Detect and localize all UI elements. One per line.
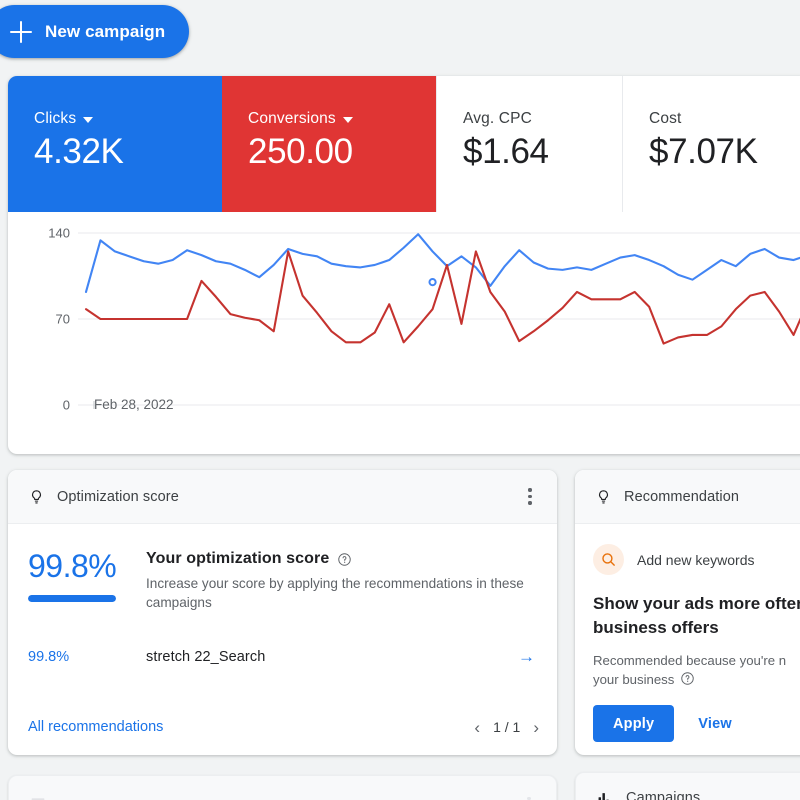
chart-crossover-marker	[428, 278, 437, 287]
optimization-score-heading-row: Your optimization score	[146, 550, 537, 568]
view-button[interactable]: View	[688, 716, 742, 732]
kebab-menu-icon[interactable]	[519, 486, 541, 508]
recommendation-card-title: Recommendation	[624, 488, 740, 505]
arrow-right-icon[interactable]: →	[518, 648, 535, 665]
optimization-score-gauge: 99.8%	[28, 550, 146, 612]
optimization-score-progress-track	[28, 595, 116, 602]
chevron-right-icon[interactable]: ›	[533, 719, 539, 736]
recommendation-reason-line2-row: your business	[593, 670, 800, 689]
line-chart-svg: 0 70 140 Feb 28, 2022	[48, 226, 800, 413]
recommendation-type-row: Add new keywords	[593, 544, 800, 575]
recommendation-type-label: Add new keywords	[637, 551, 755, 568]
chart-y-axis-labels: 0 70 140	[48, 226, 70, 413]
scorecard-clicks-label: Clicks	[34, 110, 77, 127]
recommendation-headline: Show your ads more often business offers	[593, 592, 800, 640]
optimization-campaign-percent: 99.8%	[28, 648, 70, 665]
help-circle-icon[interactable]	[337, 552, 352, 567]
optimization-score-heading: Your optimization score	[146, 550, 330, 567]
scorecard-cost-label: Cost	[649, 110, 682, 127]
scorecard-cost[interactable]: Cost $7.07K	[622, 76, 800, 212]
scorecard-conversions-value: 250.00	[248, 132, 353, 171]
recommendation-actions: Apply View	[593, 705, 800, 742]
page-indicator: 1 / 1	[493, 719, 521, 735]
list-icon	[31, 798, 45, 800]
optimization-score-progress-fill	[28, 595, 116, 602]
scorecard-conversions-label: Conversions	[248, 110, 336, 127]
bottom-left-partial-card	[8, 775, 557, 800]
optimization-score-text-block: Your optimization score Increase your sc…	[146, 550, 537, 612]
recommendation-card: Recommendation Add new keywords Show you…	[575, 470, 800, 755]
search-icon	[602, 553, 615, 566]
recommendation-headline-line2: business offers	[593, 618, 719, 637]
performance-overview-card: Clicks 4.32K Conversions 250.00 Avg. CPC…	[8, 76, 800, 454]
scorecard-conversions-label-row[interactable]: Conversions	[248, 110, 436, 128]
new-campaign-label: New campaign	[45, 21, 166, 41]
kebab-menu-icon[interactable]	[518, 794, 540, 800]
help-circle-icon[interactable]	[680, 671, 695, 686]
optimization-score-card-footer: All recommendations ‹ 1 / 1 ›	[8, 699, 557, 755]
optimization-score-description: Increase your score by applying the reco…	[146, 576, 524, 610]
all-recommendations-link[interactable]: All recommendations	[28, 719, 163, 735]
scorecard-cost-label-row: Cost	[649, 110, 800, 128]
chevron-down-icon[interactable]	[342, 117, 353, 123]
apply-button[interactable]: Apply	[593, 705, 675, 742]
optimization-score-summary-row: 99.8% Your optimization score Increase y…	[28, 550, 537, 612]
chevron-left-icon[interactable]: ‹	[474, 719, 480, 736]
scorecard-conversions[interactable]: Conversions 250.00	[222, 76, 436, 212]
scorecard-avg-cpc-label: Avg. CPC	[463, 110, 532, 127]
plus-icon	[10, 20, 32, 43]
bar-chart-icon	[598, 793, 609, 800]
scorecard-avg-cpc[interactable]: Avg. CPC $1.64	[436, 76, 622, 212]
optimization-card-pagination: ‹ 1 / 1 ›	[474, 719, 539, 736]
chart-line-clicks	[84, 233, 800, 294]
scorecard-avg-cpc-label-row: Avg. CPC	[463, 110, 622, 128]
optimization-score-card-title: Optimization score	[57, 488, 179, 505]
bottom-left-card-header	[9, 776, 556, 800]
optimization-score-percent: 99.8%	[28, 548, 117, 584]
scorecard-clicks-value: 4.32K	[34, 132, 124, 171]
scorecard-row: Clicks 4.32K Conversions 250.00 Avg. CPC…	[8, 76, 800, 212]
recommendation-reason-line2: your business	[593, 672, 675, 687]
recommendation-reason: Recommended because you're n your busine…	[593, 651, 800, 689]
new-campaign-button[interactable]: New campaign	[0, 5, 190, 58]
svg-text:140: 140	[48, 226, 70, 241]
scorecard-clicks-label-row[interactable]: Clicks	[34, 110, 222, 128]
optimization-score-card-header: Optimization score	[8, 470, 557, 524]
svg-text:0: 0	[63, 398, 70, 413]
scorecard-clicks[interactable]: Clicks 4.32K	[8, 76, 222, 212]
campaigns-card: Campaigns	[575, 772, 800, 800]
recommendation-headline-line1: Show your ads more often	[593, 594, 800, 613]
lightbulb-icon	[32, 489, 41, 503]
optimization-campaign-row[interactable]: 99.8% stretch 22_Search →	[28, 648, 537, 665]
chart-line-conversions	[84, 250, 800, 345]
scorecard-avg-cpc-value: $1.64	[463, 132, 549, 171]
chart-x-axis-start-label: Feb 28, 2022	[94, 397, 174, 412]
recommendation-reason-line1: Recommended because you're n	[593, 653, 787, 668]
optimization-score-body: 99.8% Your optimization score Increase y…	[8, 524, 557, 699]
performance-line-chart[interactable]: 0 70 140 Feb 28, 2022	[8, 212, 800, 454]
top-toolbar: New campaign	[0, 0, 800, 72]
campaigns-card-title: Campaigns	[626, 790, 701, 800]
google-ads-overview-page: New campaign Clicks 4.32K Conversions 25…	[0, 0, 800, 800]
optimization-campaign-name: stretch 22_Search	[146, 648, 266, 665]
recommendation-card-body: Add new keywords Show your ads more ofte…	[575, 524, 800, 742]
scorecard-cost-value: $7.07K	[649, 132, 758, 171]
svg-text:70: 70	[56, 312, 70, 327]
recommendation-card-header: Recommendation	[575, 470, 800, 524]
optimization-score-card: Optimization score 99.8% Your optimizati…	[8, 470, 557, 755]
search-icon-badge	[593, 544, 624, 575]
chevron-down-icon[interactable]	[83, 117, 94, 123]
lightbulb-icon	[599, 489, 608, 503]
